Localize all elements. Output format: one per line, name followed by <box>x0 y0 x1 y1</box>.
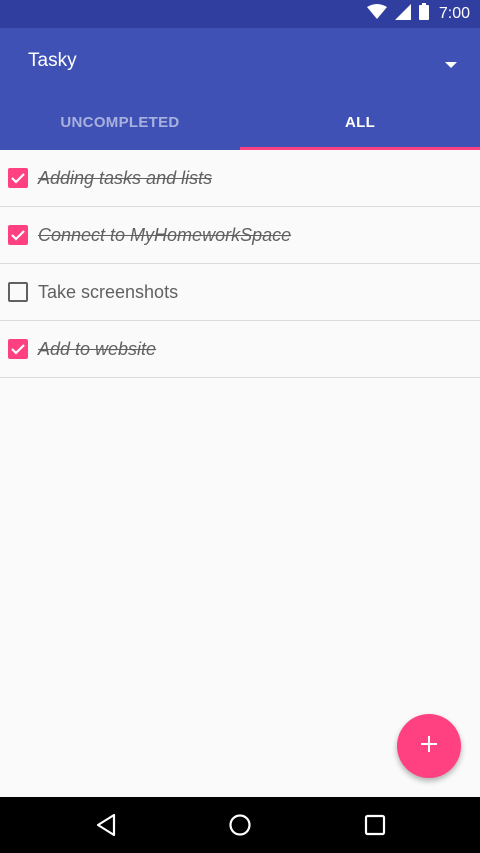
signal-icon <box>394 3 411 25</box>
checkbox-unchecked[interactable] <box>8 282 28 302</box>
list-item[interactable]: Add to website <box>0 321 480 378</box>
plus-icon <box>419 734 439 759</box>
battery-icon <box>418 3 429 25</box>
arrow-drop-down-icon[interactable] <box>444 57 458 68</box>
task-label: Take screenshots <box>38 281 179 302</box>
navigation-bar <box>0 797 480 853</box>
app-bar: Tasky UNCOMPLETED ALL <box>0 28 480 150</box>
status-icons: 7:00 <box>366 0 470 28</box>
list-item[interactable]: Adding tasks and lists <box>0 150 480 207</box>
status-bar: 7:00 <box>0 0 480 28</box>
add-task-button[interactable] <box>397 714 461 778</box>
home-icon[interactable] <box>226 811 254 839</box>
app-title[interactable]: Tasky <box>28 50 77 72</box>
task-list: Adding tasks and lists Connect to MyHome… <box>0 150 480 378</box>
wifi-icon <box>366 3 387 25</box>
task-label: Connect to MyHomeworkSpace <box>38 224 292 245</box>
tab-bar: UNCOMPLETED ALL <box>0 94 480 150</box>
checkbox-checked[interactable] <box>8 168 28 188</box>
status-time: 7:00 <box>438 5 470 22</box>
list-item[interactable]: Connect to MyHomeworkSpace <box>0 207 480 264</box>
tab-uncompleted[interactable]: UNCOMPLETED <box>0 94 240 150</box>
list-item[interactable]: Take screenshots <box>0 264 480 321</box>
recents-icon[interactable] <box>361 811 389 839</box>
checkbox-checked[interactable] <box>8 225 28 245</box>
task-label: Add to website <box>38 338 157 359</box>
checkbox-checked[interactable] <box>8 339 28 359</box>
back-icon[interactable] <box>92 811 120 839</box>
task-label: Adding tasks and lists <box>38 167 213 188</box>
screen: 7:00 Tasky UNCOMPLETED ALL Adding tasks … <box>0 0 480 853</box>
tab-all[interactable]: ALL <box>240 94 480 150</box>
